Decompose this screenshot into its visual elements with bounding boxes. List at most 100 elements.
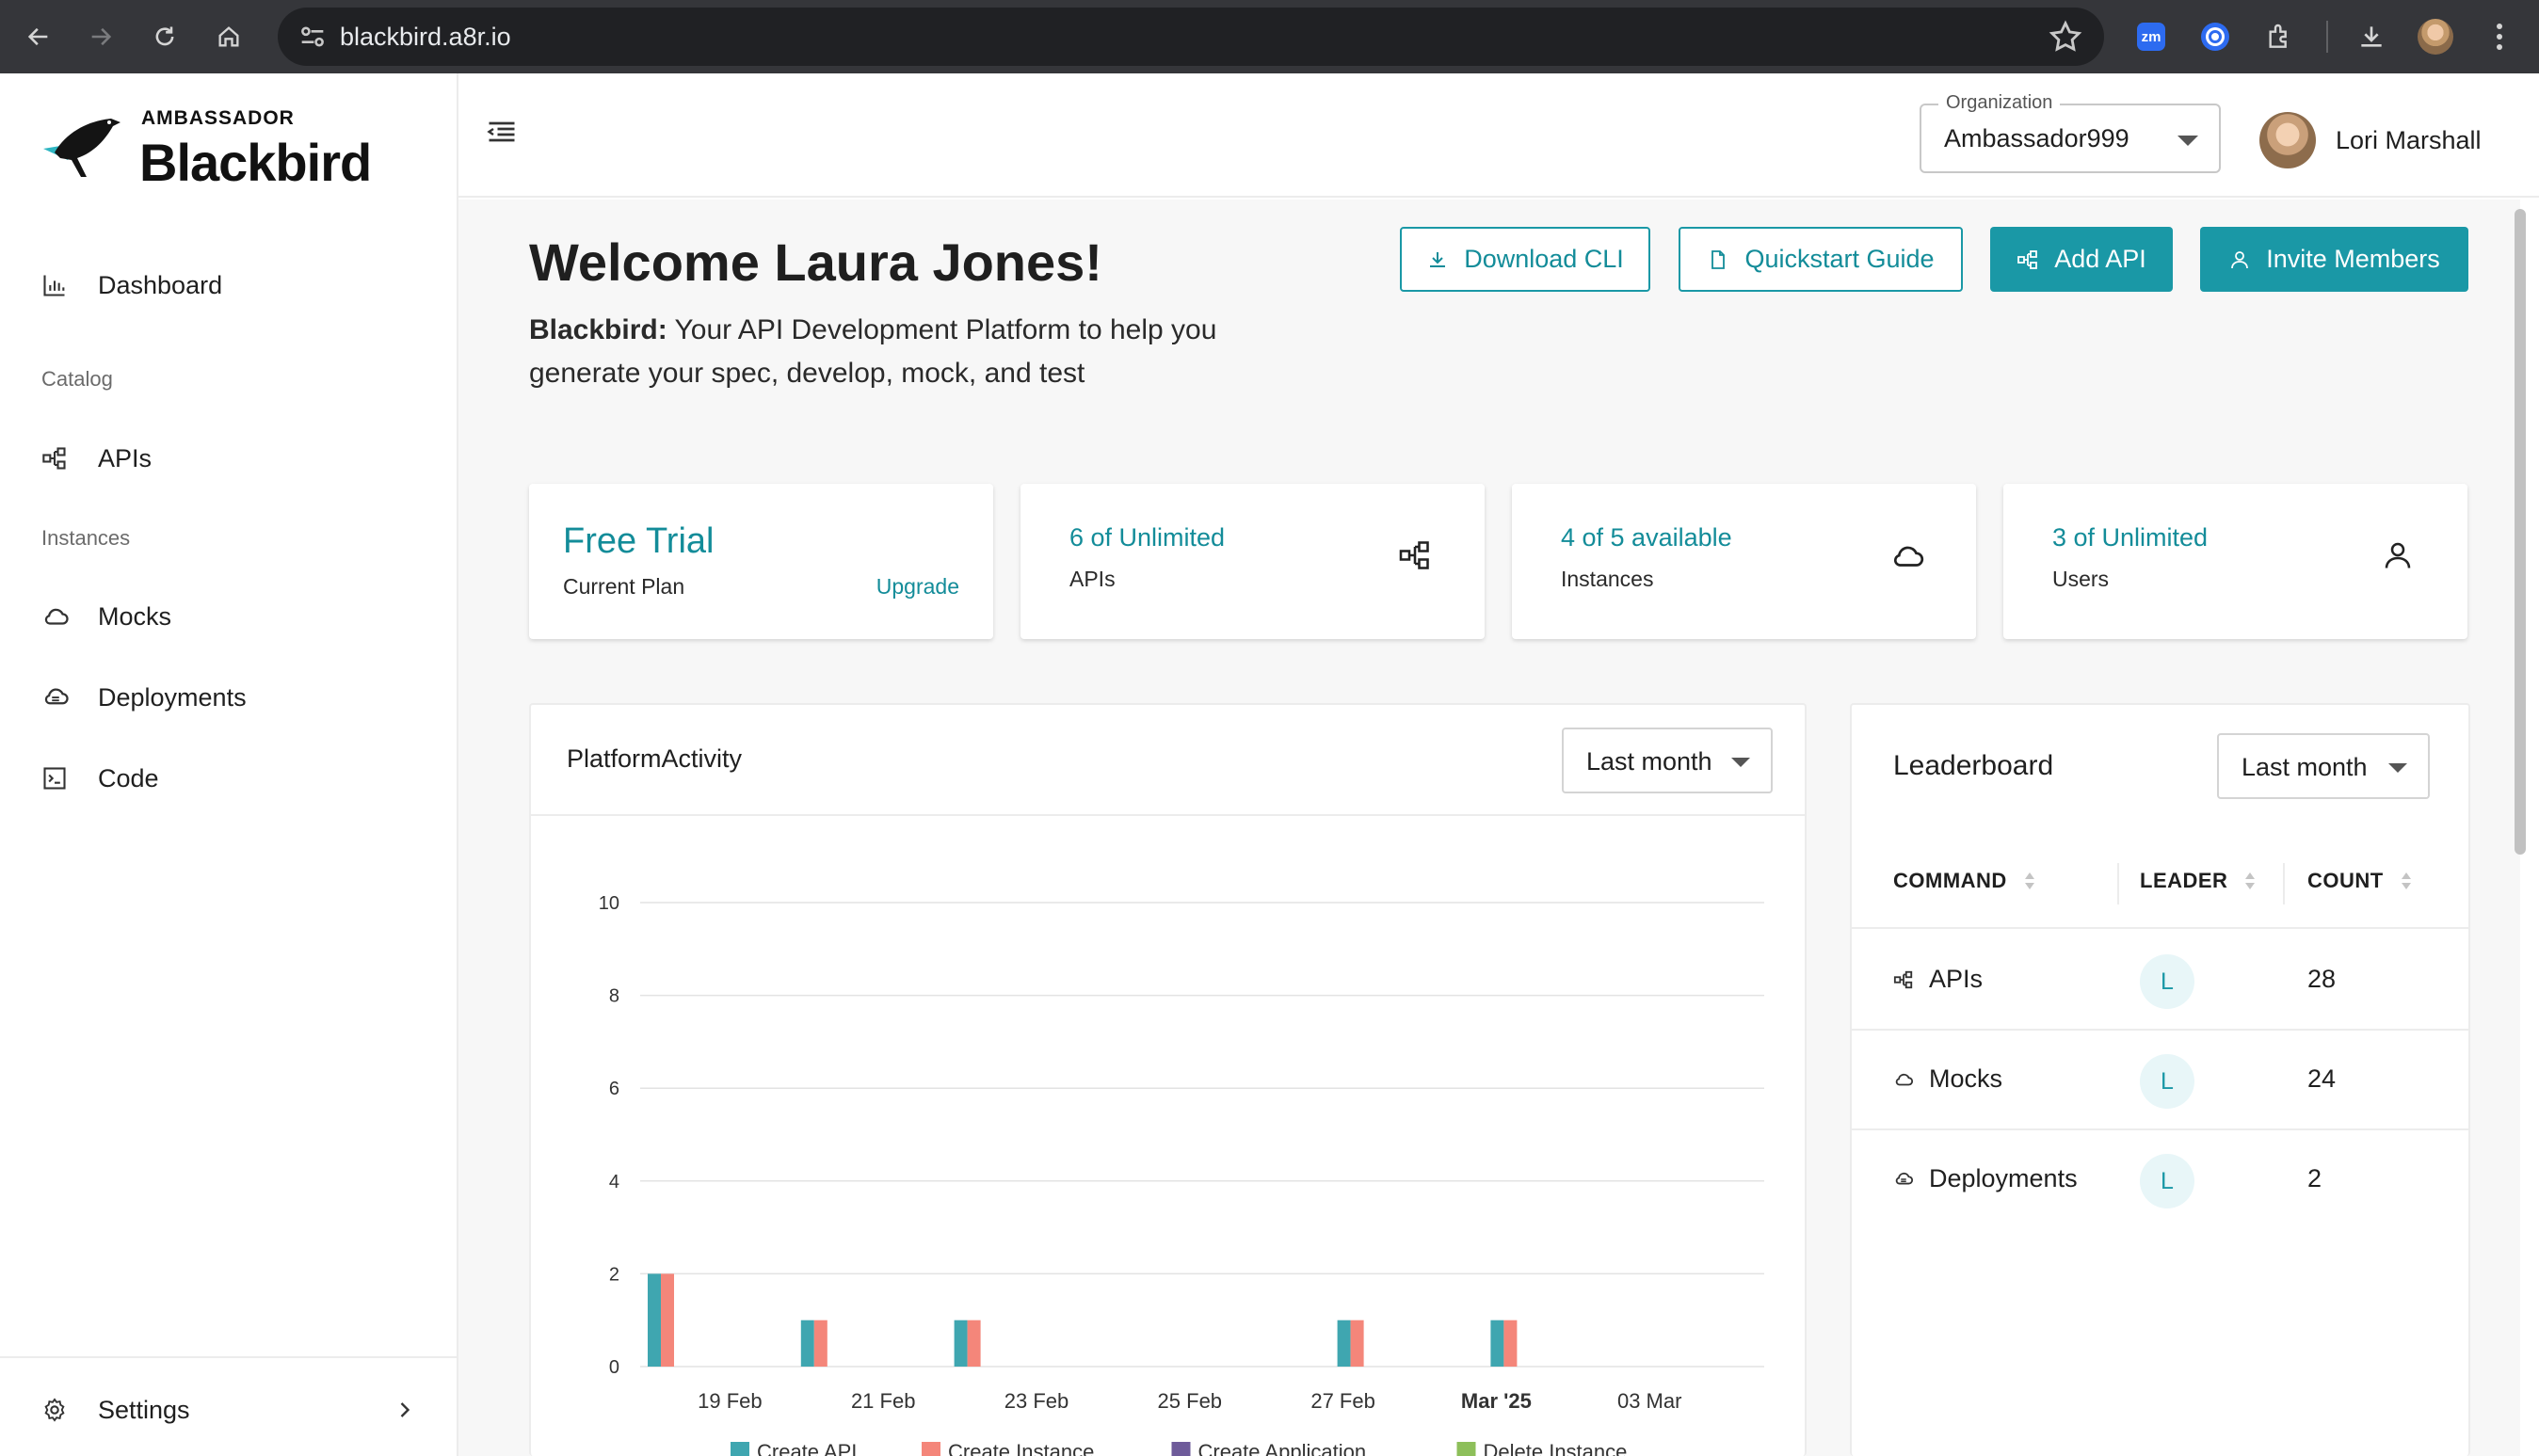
sidebar-item-settings[interactable]: Settings — [41, 1382, 418, 1438]
page-title: Welcome Laura Jones! — [529, 232, 1102, 292]
sidebar-item-mocks[interactable]: Mocks — [41, 588, 418, 645]
site-info-icon[interactable] — [297, 21, 329, 53]
forward-icon[interactable] — [77, 13, 124, 60]
invite-members-button[interactable]: Invite Members — [2200, 227, 2468, 292]
users-label: Users — [2052, 567, 2110, 591]
column-label: LEADER — [2140, 869, 2228, 892]
chevron-down-icon — [2388, 763, 2407, 773]
plan-label: Current Plan — [563, 574, 685, 599]
button-label: Download CLI — [1464, 245, 1624, 273]
menu-collapse-icon[interactable] — [485, 115, 519, 149]
legend-swatch — [922, 1442, 940, 1456]
button-label: Invite Members — [2266, 245, 2440, 273]
blackbird-bird-icon — [43, 119, 121, 177]
brand-kicker: AMBASSADOR — [141, 107, 295, 129]
table-row[interactable]: Mocks L 24 — [1852, 1031, 2468, 1130]
back-icon[interactable] — [15, 13, 62, 60]
bar-create-api — [1490, 1320, 1504, 1367]
user-name[interactable]: Lori Marshall — [2336, 126, 2482, 155]
apis-label: APIs — [1069, 567, 1116, 591]
reload-icon[interactable] — [141, 13, 188, 60]
leader-avatar: L — [2140, 954, 2194, 1009]
table-row[interactable]: Deployments L 2 — [1852, 1130, 2468, 1230]
leaderboard-body: APIs L 28 Mocks L 24 Deployments L 2 — [1852, 931, 2468, 1232]
extensions-puzzle-icon[interactable] — [2256, 13, 2303, 60]
command-name: Mocks — [1929, 1064, 2003, 1093]
y-tick-label: 10 — [599, 893, 619, 914]
platform-activity-panel: PlatformActivity Last month 0 2 4 6 8 10 19 Fe… — [529, 703, 1807, 1456]
zoom-extension-icon[interactable]: zm — [2128, 13, 2175, 60]
sidebar-item-deployments[interactable]: Deployments — [41, 669, 418, 726]
scrollbar[interactable] — [2515, 209, 2526, 855]
legend-label: Delete Instance — [1484, 1440, 1628, 1456]
upgrade-link[interactable]: Upgrade — [876, 574, 959, 600]
leaderboard-range-select[interactable]: Last month — [2217, 733, 2430, 799]
bar-create-api — [800, 1320, 814, 1367]
sort-icon — [2401, 871, 2412, 891]
button-label: Quickstart Guide — [1744, 245, 1935, 273]
column-divider — [2283, 863, 2285, 904]
sidebar-item-label: Deployments — [98, 682, 247, 712]
table-row[interactable]: APIs L 28 — [1852, 931, 2468, 1031]
bar-create-instance — [661, 1273, 674, 1367]
x-tick-label: 19 Feb — [698, 1389, 763, 1413]
leader-avatar: L — [2140, 1154, 2194, 1208]
kebab-menu-icon[interactable] — [2476, 13, 2523, 60]
sidebar-item-label: Code — [98, 763, 159, 792]
bar-create-instance — [1350, 1320, 1364, 1367]
organization-value: Ambassador999 — [1944, 124, 2129, 152]
organization-select[interactable]: Organization Ambassador999 — [1920, 92, 2221, 173]
bar-create-api — [954, 1320, 968, 1367]
url-text[interactable]: blackbird.a8r.io — [340, 23, 511, 52]
x-tick-label: 21 Feb — [851, 1389, 916, 1413]
bookmark-star-icon[interactable] — [2048, 19, 2083, 55]
command-cell: Deployments — [1893, 1164, 2078, 1193]
leader-avatar: L — [2140, 1054, 2194, 1109]
sidebar-item-label: Settings — [98, 1395, 190, 1424]
api-nodes-icon — [1893, 968, 1916, 991]
users-card: 3 of Unlimited Users — [2003, 484, 2467, 639]
bar-create-instance — [813, 1320, 828, 1367]
sidebar-item-label: Dashboard — [98, 270, 223, 299]
gear-icon — [41, 1394, 73, 1426]
download-icon[interactable] — [2348, 13, 2395, 60]
user-avatar[interactable] — [2259, 112, 2316, 168]
instances-count: 4 of 5 available — [1561, 523, 1732, 552]
api-nodes-icon — [1398, 538, 1436, 576]
cloud-icon — [1889, 538, 1927, 576]
legend-swatch — [731, 1442, 749, 1456]
leaderboard-header: COMMAND LEADER COUNT — [1852, 835, 2468, 929]
bar-create-instance — [1503, 1320, 1518, 1367]
user-icon — [2228, 248, 2253, 272]
sidebar-item-dashboard[interactable]: Dashboard — [41, 257, 418, 313]
activity-range-select[interactable]: Last month — [1562, 728, 1773, 793]
download-cli-button[interactable]: Download CLI — [1400, 227, 1650, 292]
bar-create-api — [648, 1273, 661, 1367]
address-bar[interactable]: blackbird.a8r.io — [278, 8, 2104, 66]
column-count[interactable]: COUNT — [2307, 869, 2412, 893]
column-command[interactable]: COMMAND — [1893, 869, 2035, 893]
sidebar-item-apis[interactable]: APIs — [41, 430, 418, 487]
y-tick-label: 4 — [609, 1172, 619, 1192]
activity-title: PlatformActivity — [567, 744, 743, 773]
command-cell: Mocks — [1893, 1064, 2002, 1094]
column-leader[interactable]: LEADER — [2140, 869, 2256, 893]
button-label: Add API — [2054, 245, 2146, 273]
bar-chart-icon — [41, 269, 73, 301]
legend-swatch — [1456, 1442, 1476, 1456]
terminal-icon — [41, 762, 73, 794]
cloud-deploy-icon — [41, 681, 73, 713]
x-tick-label: 25 Feb — [1158, 1389, 1223, 1413]
home-icon[interactable] — [205, 13, 252, 60]
sidebar-item-code[interactable]: Code — [41, 750, 418, 807]
add-api-button[interactable]: Add API — [1990, 227, 2173, 292]
legend-label: Create Application — [1198, 1440, 1367, 1456]
chevron-down-icon — [2177, 136, 2198, 146]
y-tick-label: 8 — [609, 986, 619, 1007]
quickstart-guide-button[interactable]: Quickstart Guide — [1679, 227, 1963, 292]
legend-swatch — [1171, 1442, 1191, 1456]
plan-card: Free Trial Current Plan Upgrade — [529, 484, 993, 639]
profile-avatar[interactable] — [2412, 13, 2459, 60]
record-extension-icon[interactable] — [2192, 13, 2239, 60]
count-cell: 24 — [2307, 1064, 2337, 1093]
